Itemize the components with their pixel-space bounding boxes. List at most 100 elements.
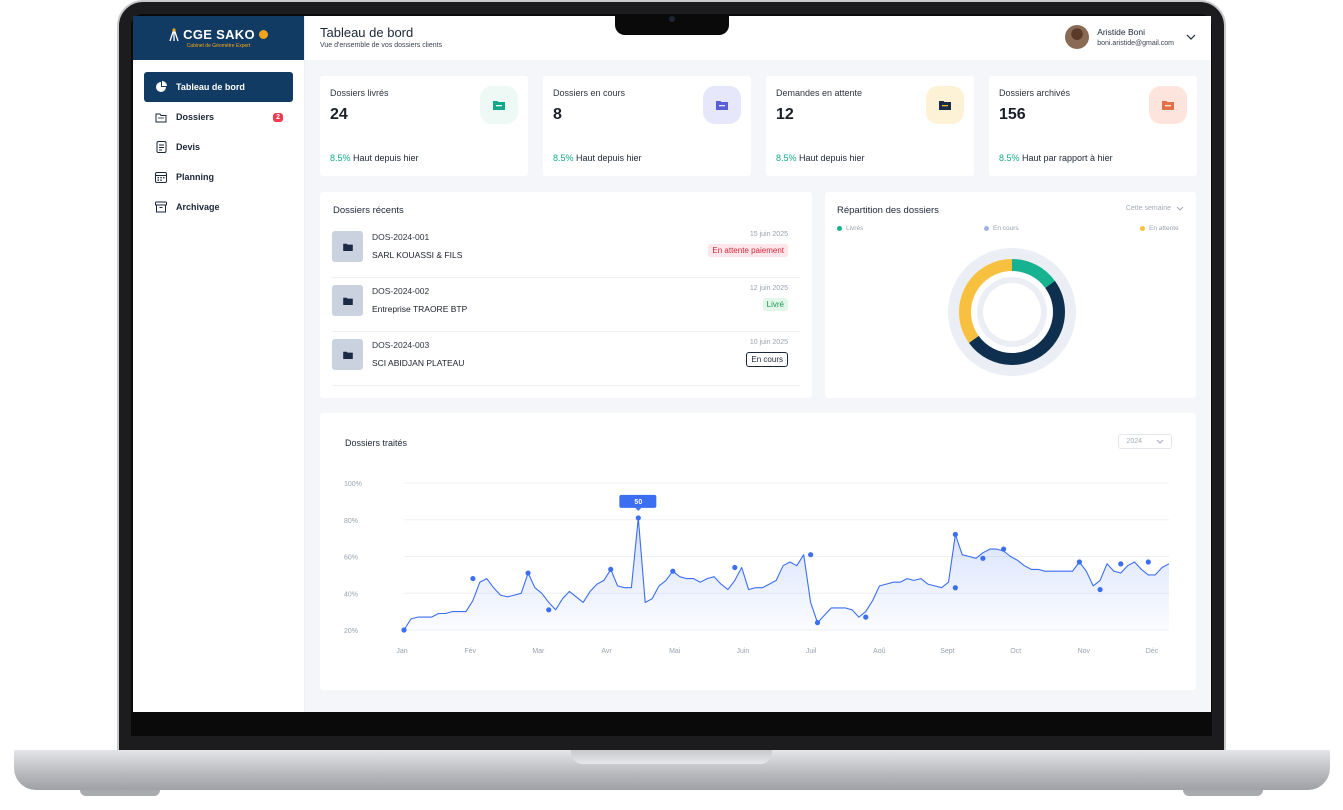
data-point	[1145, 559, 1151, 565]
donut-center-inner	[983, 283, 1041, 341]
x-tick-label: Jan	[396, 648, 407, 655]
laptop-frame: CGE SAKO Cabinet de Géomètre Expert Tabl…	[0, 0, 1343, 810]
folder-icon	[332, 285, 363, 316]
y-tick-label: 60%	[344, 555, 358, 562]
document-icon	[154, 140, 168, 154]
x-tick-label: Juil	[806, 648, 817, 655]
x-tick-label: Fév	[464, 648, 476, 655]
data-point	[1097, 586, 1103, 593]
x-tick-label: Aoû	[873, 648, 886, 655]
brand-logo[interactable]: CGE SAKO Cabinet de Géomètre Expert	[133, 16, 304, 60]
calendar-icon	[154, 170, 168, 184]
dossier-code: DOS-2024-001	[372, 232, 430, 242]
y-tick-label: 80%	[344, 518, 358, 525]
sidebar-item-label: Dossiers	[176, 112, 215, 122]
stat-value: 8	[553, 106, 562, 123]
stat-trend: 8.5% Haut depuis hier	[330, 153, 419, 163]
stat-card-en-cours[interactable]: Dossiers en cours 8 8.5% Haut depuis hie…	[543, 76, 751, 176]
tooltip-value: 50	[634, 499, 642, 506]
sidebar-item-archivage[interactable]: Archivage	[144, 192, 293, 222]
sidebar-item-label: Archivage	[176, 202, 220, 212]
data-point	[814, 620, 821, 626]
stat-value: 12	[776, 106, 794, 123]
tooltip-arrow	[635, 507, 642, 511]
app-screen: CGE SAKO Cabinet de Géomètre Expert Tabl…	[133, 16, 1211, 712]
data-point	[546, 607, 552, 613]
period-value: Cette semaine	[1125, 205, 1171, 212]
dossier-code: DOS-2024-002	[372, 286, 430, 296]
folder-icon	[1149, 86, 1187, 124]
laptop-base	[14, 750, 1330, 790]
recent-dossiers-panel: Dossiers récents DOS-2024-001 SARL KOUAS…	[320, 192, 812, 398]
folder-icon	[480, 86, 518, 124]
data-point	[608, 566, 614, 572]
chevron-down-icon[interactable]	[1186, 34, 1196, 40]
period-select[interactable]: Cette semaine	[1126, 205, 1184, 212]
list-item[interactable]: DOS-2024-003 SCI ABIDJAN PLATEAU 10 juin…	[332, 332, 800, 386]
folder-icon	[926, 86, 964, 124]
archive-icon	[154, 200, 168, 214]
data-point	[732, 564, 738, 571]
stat-trend: 8.5% Haut par rapport à hier	[999, 153, 1113, 163]
recent-title: Dossiers récents	[333, 205, 404, 216]
avatar[interactable]	[1065, 25, 1090, 49]
dossier-date: 10 juin 2025	[749, 339, 788, 346]
sidebar-item-label: Devis	[176, 142, 201, 152]
sidebar-item-devis[interactable]: Devis	[144, 132, 293, 162]
x-tick-label: Mai	[669, 648, 681, 655]
folder-icon	[154, 110, 168, 124]
data-point	[1118, 561, 1124, 567]
line-chart: 100% 80% 60% 40% 20% Jan Fév Mar Avr Mai Juin Juil A…	[344, 481, 1170, 655]
dossier-date: 12 juin 2025	[749, 285, 788, 292]
list-item[interactable]: DOS-2024-002 Entreprise TRAORE BTP 12 ju…	[332, 278, 800, 332]
stat-label: Dossiers archivés	[999, 88, 1071, 98]
laptop-foot	[1183, 790, 1263, 796]
y-tick-label: 40%	[344, 591, 358, 598]
list-item[interactable]: DOS-2024-001 SARL KOUASSI & FILS 15 juin…	[332, 224, 800, 278]
dossier-client: SCI ABIDJAN PLATEAU	[372, 358, 465, 368]
page-title: Tableau de bord	[320, 25, 414, 40]
y-tick-label: 20%	[344, 628, 358, 635]
laptop-foot	[80, 790, 160, 796]
stat-card-archives[interactable]: Dossiers archivés 156 8.5% Haut par rapp…	[989, 76, 1197, 176]
dossier-code: DOS-2024-003	[372, 340, 430, 350]
legend-item-en-attente: En attente	[1140, 225, 1179, 232]
status-badge: En attente paiement	[708, 244, 788, 257]
folder-icon	[332, 339, 363, 370]
stat-card-livres[interactable]: Dossiers livrés 24 8.5% Haut depuis hier	[320, 76, 528, 176]
dossier-date: 15 juin 2025	[749, 231, 788, 238]
sidebar-item-dossiers[interactable]: Dossiers 2	[144, 102, 293, 132]
data-point	[980, 555, 986, 561]
data-point	[401, 627, 407, 633]
x-tick-label: Sept	[940, 648, 954, 655]
stat-trend: 8.5% Haut depuis hier	[776, 153, 865, 163]
user-menu[interactable]: Aristide Boni boni.aristide@gmail.com	[1065, 25, 1196, 49]
data-point	[808, 552, 814, 558]
legend-item-en-cours: En cours	[984, 225, 1019, 232]
user-email: boni.aristide@gmail.com	[1097, 40, 1174, 47]
x-tick-label: Avr	[601, 648, 612, 655]
repartition-title: Répartition des dossiers	[837, 205, 939, 216]
x-tick-label: Déc	[1146, 648, 1159, 655]
repartition-panel: Répartition des dossiers Cette semaine L…	[825, 192, 1196, 398]
brand-subtitle: Cabinet de Géomètre Expert	[186, 43, 251, 49]
dossier-client: SARL KOUASSI & FILS	[372, 250, 463, 260]
traites-panel: Dossiers traités 2024 100% 80% 60% 40% 20% Ja…	[320, 413, 1196, 690]
header: Tableau de bord Vue d'ensemble de vos do…	[305, 16, 1211, 60]
brand-name: CGE SAKO	[183, 27, 255, 42]
user-name: Aristide Boni	[1097, 27, 1145, 37]
stat-card-en-attente[interactable]: Demandes en attente 12 8.5% Haut depuis …	[766, 76, 974, 176]
legend-item-livres: Livrés	[837, 225, 863, 232]
sidebar-item-planning[interactable]: Planning	[144, 162, 293, 192]
data-point	[952, 585, 958, 591]
data-point	[470, 575, 476, 582]
sidebar-item-tableau-de-bord[interactable]: Tableau de bord	[144, 72, 293, 102]
data-point	[952, 531, 958, 538]
sidebar-nav: Tableau de bord Dossiers 2 Devis Plannin…	[133, 60, 304, 222]
base-notch	[571, 750, 772, 764]
data-point	[525, 570, 531, 576]
sidebar-item-label: Tableau de bord	[176, 82, 245, 92]
pie-chart-icon	[154, 80, 168, 94]
folder-icon	[703, 86, 741, 124]
sun-icon	[258, 30, 268, 39]
